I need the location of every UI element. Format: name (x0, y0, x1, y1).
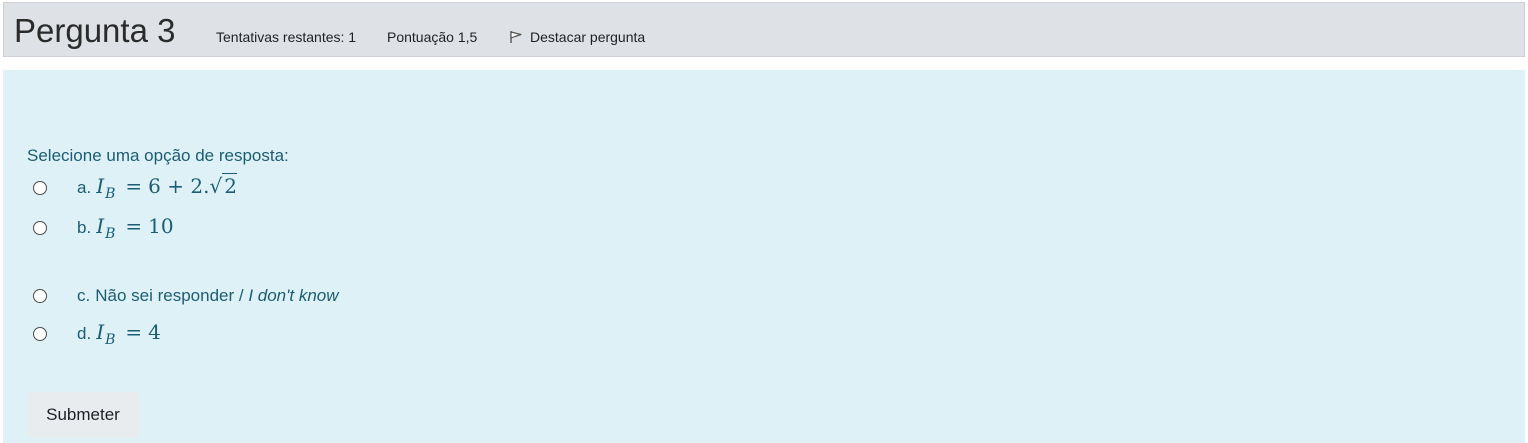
question-score: Pontuação 1,5 (387, 29, 478, 45)
question-prompt: Selecione uma opção de resposta: (27, 146, 289, 165)
option-a-formula: IB = 6 + 2.√ 2 (96, 173, 237, 202)
flag-question-label: Destacar pergunta (530, 29, 646, 45)
option-b-formula: IB = 10 (96, 214, 174, 242)
attempts-remaining: Tentativas restantes: 1 (216, 29, 357, 45)
option-letter: b. (77, 218, 92, 237)
option-letter: d. (77, 324, 92, 343)
flag-question-link[interactable]: Destacar pergunta (509, 28, 645, 46)
submit-button[interactable]: Submeter (27, 392, 139, 438)
flag-icon (509, 30, 523, 44)
option-c-text: Não sei responder / I don't know (95, 286, 339, 305)
radio-d[interactable] (33, 327, 47, 341)
option-letter: c. (77, 286, 91, 305)
answer-option-c[interactable]: c. Não sei responder / I don't know (33, 284, 339, 308)
sqrt-symbol: √ (209, 174, 223, 198)
question-content: Selecione uma opção de resposta: a. IB = 6… (3, 70, 1525, 443)
question-header: Pergunta 3 Tentativas restantes: 1 Pontu… (3, 2, 1525, 57)
radio-c[interactable] (33, 289, 47, 303)
answer-option-d[interactable]: d. IB = 4 (33, 320, 161, 348)
radio-a[interactable] (33, 181, 47, 195)
answer-option-b[interactable]: b. IB = 10 (33, 214, 174, 242)
question-page: Pergunta 3 Tentativas restantes: 1 Pontu… (0, 0, 1528, 443)
option-letter: a. (77, 178, 92, 197)
answer-option-a[interactable]: a. IB = 6 + 2.√ 2 (33, 173, 237, 202)
question-title: Pergunta 3 (14, 12, 176, 49)
option-d-formula: IB = 4 (96, 320, 161, 348)
radio-b[interactable] (33, 221, 47, 235)
